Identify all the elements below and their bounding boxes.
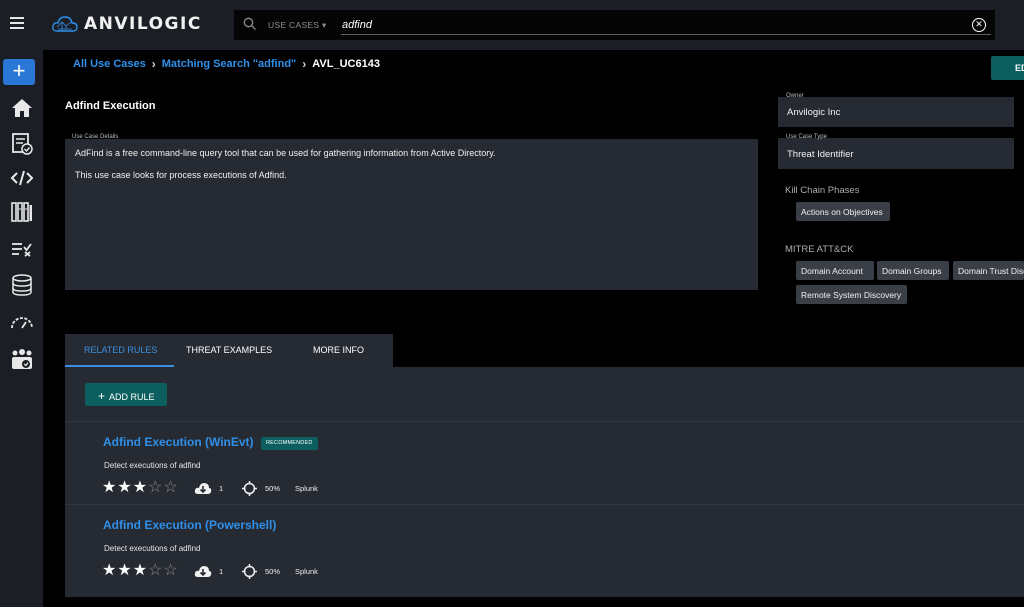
- database-icon[interactable]: [0, 270, 43, 300]
- tab-bar: RELATED RULES THREAT EXAMPLES MORE INFO: [65, 334, 393, 367]
- owner-value: Anvilogic Inc: [787, 107, 841, 118]
- tab-related-rules[interactable]: RELATED RULES: [65, 334, 174, 367]
- tab-threat-examples[interactable]: THREAT EXAMPLES: [186, 334, 272, 367]
- rule-description: Detect executions of adfind: [104, 544, 201, 553]
- clear-search-icon[interactable]: ✕: [972, 18, 986, 32]
- gauge-icon[interactable]: [0, 308, 43, 338]
- crosshair-icon: [242, 564, 257, 579]
- rule-title-link[interactable]: Adfind Execution (Powershell): [103, 518, 276, 532]
- related-rules-panel: + ADD RULE Adfind Execution (WinEvt) RECO…: [65, 367, 1024, 597]
- rule-card: Adfind Execution (Powershell) Detect exe…: [65, 504, 1024, 587]
- top-bar: ANVILOGIC USE CASES ▾ ✕: [0, 0, 1024, 50]
- code-icon[interactable]: [0, 163, 43, 193]
- coverage-value: 50%: [265, 567, 281, 576]
- add-button[interactable]: +: [3, 59, 35, 85]
- download-count: 1: [219, 567, 224, 576]
- search-bar: USE CASES ▾ ✕: [234, 10, 995, 40]
- mitre-chip[interactable]: Domain Groups: [877, 261, 949, 280]
- recommended-badge: RECOMMENDED: [261, 437, 318, 450]
- app-name: ANVILOGIC: [84, 14, 202, 34]
- search-icon[interactable]: [243, 17, 257, 31]
- checklist-icon[interactable]: [0, 129, 43, 159]
- add-rule-label: ADD RULE: [109, 392, 155, 402]
- use-case-type-value: Threat Identifier: [787, 149, 854, 160]
- use-case-details-field[interactable]: AdFind is a free command-line query tool…: [65, 139, 758, 290]
- breadcrumb-search[interactable]: Matching Search "adfind": [162, 58, 297, 70]
- page-title: Adfind Execution: [65, 100, 156, 112]
- use-case-type-field[interactable]: Use Case Type Threat Identifier: [778, 134, 1014, 169]
- details-paragraph: This use case looks for process executio…: [75, 170, 287, 180]
- breadcrumb: All Use Cases › Matching Search "adfind"…: [73, 57, 380, 71]
- rule-card: Adfind Execution (WinEvt) RECOMMENDED De…: [65, 421, 1024, 504]
- mitre-chip[interactable]: Domain Account: [796, 261, 874, 280]
- home-icon[interactable]: [0, 93, 43, 123]
- star-empty-icon: ☆☆: [148, 479, 179, 496]
- chevron-down-icon: ▾: [322, 20, 327, 30]
- mitre-chip[interactable]: Domain Trust Discovery: [953, 261, 1024, 280]
- chevron-right-icon: ›: [302, 57, 307, 71]
- kill-chain-chip[interactable]: Actions on Objectives: [796, 202, 890, 221]
- tab-more-info[interactable]: MORE INFO: [313, 334, 364, 367]
- search-input[interactable]: [341, 15, 991, 35]
- owner-field[interactable]: Owner Anvilogic Inc: [778, 93, 1014, 127]
- rating-stars: ★★★☆☆: [102, 563, 179, 579]
- rating-stars: ★★★☆☆: [102, 480, 179, 496]
- main-content: All Use Cases › Matching Search "adfind"…: [43, 50, 1024, 607]
- cloud-download-icon[interactable]: [194, 565, 212, 578]
- platform-label: Splunk: [295, 484, 318, 493]
- edit-button[interactable]: ED: [991, 56, 1024, 80]
- mitre-label: MITRE ATT&CK: [785, 244, 854, 255]
- use-case-type-label: Use Case Type: [786, 134, 827, 140]
- details-paragraph: AdFind is a free command-line query tool…: [75, 148, 496, 158]
- platform-label: Splunk: [295, 567, 318, 576]
- app-logo[interactable]: ANVILOGIC: [52, 14, 202, 34]
- library-icon[interactable]: [0, 197, 43, 227]
- coverage-value: 50%: [265, 484, 281, 493]
- star-filled-icon: ★★★: [102, 479, 149, 496]
- add-rule-button[interactable]: + ADD RULE: [85, 383, 167, 406]
- owner-label: Owner: [786, 93, 804, 99]
- kill-chain-label: Kill Chain Phases: [785, 185, 860, 196]
- crosshair-icon: [242, 481, 257, 496]
- menu-icon[interactable]: [10, 17, 24, 29]
- sidebar: +: [0, 50, 43, 607]
- cloud-download-icon[interactable]: [194, 482, 212, 495]
- chevron-right-icon: ›: [151, 57, 156, 71]
- search-scope-select[interactable]: USE CASES ▾: [268, 20, 327, 31]
- tasks-icon[interactable]: [0, 234, 43, 264]
- download-count: 1: [219, 484, 224, 493]
- team-icon[interactable]: [0, 344, 43, 374]
- search-scope-label: USE CASES: [268, 20, 320, 30]
- star-filled-icon: ★★★: [102, 562, 149, 579]
- mitre-chip[interactable]: Remote System Discovery: [796, 285, 907, 304]
- plus-icon: +: [98, 389, 106, 403]
- rule-title-link[interactable]: Adfind Execution (WinEvt): [103, 435, 254, 449]
- rule-description: Detect executions of adfind: [104, 461, 201, 470]
- star-empty-icon: ☆☆: [148, 562, 179, 579]
- breadcrumb-all-use-cases[interactable]: All Use Cases: [73, 58, 146, 70]
- cloud-logo-icon: [52, 16, 78, 32]
- breadcrumb-current: AVL_UC6143: [312, 58, 380, 70]
